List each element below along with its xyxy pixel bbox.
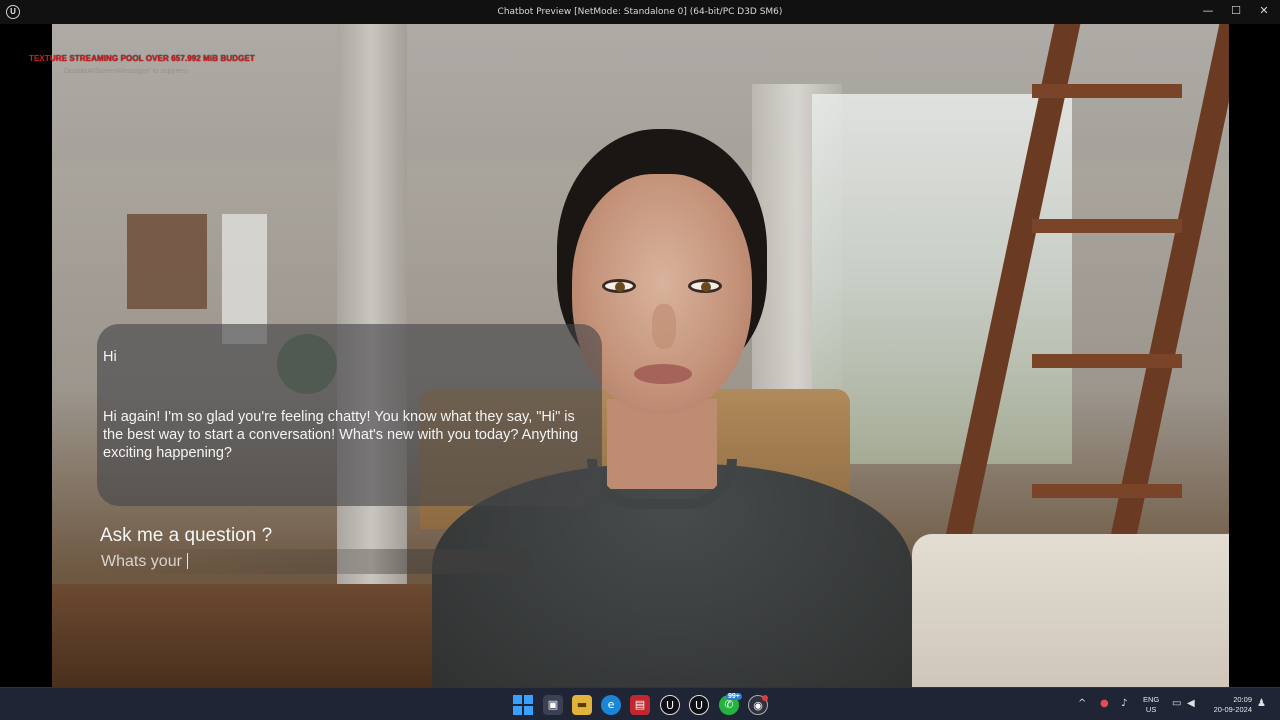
network-icon[interactable]: ▭: [1172, 698, 1181, 709]
language-code: ENG: [1143, 695, 1160, 704]
unreal-engine-icon[interactable]: U: [689, 695, 709, 715]
avatar-right-eye: [688, 279, 722, 293]
scene-ladder-rung: [1032, 354, 1182, 368]
bot-reply: Hi again! I'm so glad you're feeling cha…: [103, 409, 579, 461]
chevron-up-icon[interactable]: ^: [1078, 698, 1086, 709]
avatar-left-eye: [602, 279, 636, 293]
clock[interactable]: 20:09 20-09-2024: [1204, 695, 1252, 715]
letterbox-left: [0, 24, 52, 687]
scene-wall-picture: [127, 214, 207, 309]
debug-hint: DisableAllScreenMessages' to suppress: [64, 68, 189, 75]
question-label: Ask me a question ?: [100, 525, 273, 546]
scene-ladder-rung: [1032, 219, 1182, 233]
close-button[interactable]: ✕: [1250, 0, 1278, 24]
avatar-nose: [652, 304, 676, 349]
app-icon[interactable]: ▤: [630, 695, 650, 715]
letterbox-right: [1229, 24, 1280, 687]
maximize-button[interactable]: ☐: [1222, 0, 1250, 24]
security-icon[interactable]: ●: [1100, 698, 1109, 709]
clock-date: 20-09-2024: [1213, 705, 1252, 714]
windows-taskbar: ▣ ▬ e ▤ U U ✆ ◉ ^ ● ♪ ENG US ▭ ◀ 20:09 2…: [0, 687, 1280, 720]
language-indicator[interactable]: ENG US: [1143, 695, 1159, 715]
user-message: Hi: [103, 349, 117, 365]
task-view-icon[interactable]: ▣: [543, 695, 563, 715]
unreal-engine-icon[interactable]: U: [660, 695, 680, 715]
texture-streaming-warning: TEXTURE STREAMING POOL OVER 657.992 MiB …: [29, 54, 255, 63]
notification-dot: [762, 695, 768, 701]
whatsapp-badge: 99+: [726, 693, 742, 700]
question-input[interactable]: [101, 551, 521, 573]
folder-icon[interactable]: ▬: [572, 695, 592, 715]
edge-browser-icon[interactable]: e: [601, 695, 621, 715]
text-caret: [187, 553, 188, 569]
title-bar: U Chatbot Preview [NetMode: Standalone 0…: [0, 0, 1280, 24]
avatar-lips: [634, 364, 692, 384]
window-title: Chatbot Preview [NetMode: Standalone 0] …: [497, 7, 783, 17]
scene-ladder-rung: [1032, 84, 1182, 98]
scene-ladder-rung: [1032, 484, 1182, 498]
notification-bell-icon[interactable]: ♟: [1257, 698, 1266, 709]
region-code: US: [1145, 705, 1157, 714]
chat-history-panel: Hi Hi again! I'm so glad you're feeling …: [97, 324, 602, 506]
microphone-icon[interactable]: ♪: [1121, 698, 1127, 709]
minimize-button[interactable]: —: [1194, 0, 1222, 24]
volume-icon[interactable]: ◀: [1187, 698, 1195, 709]
windows-start-icon[interactable]: [513, 695, 533, 715]
clock-time: 20:09: [1233, 695, 1252, 704]
